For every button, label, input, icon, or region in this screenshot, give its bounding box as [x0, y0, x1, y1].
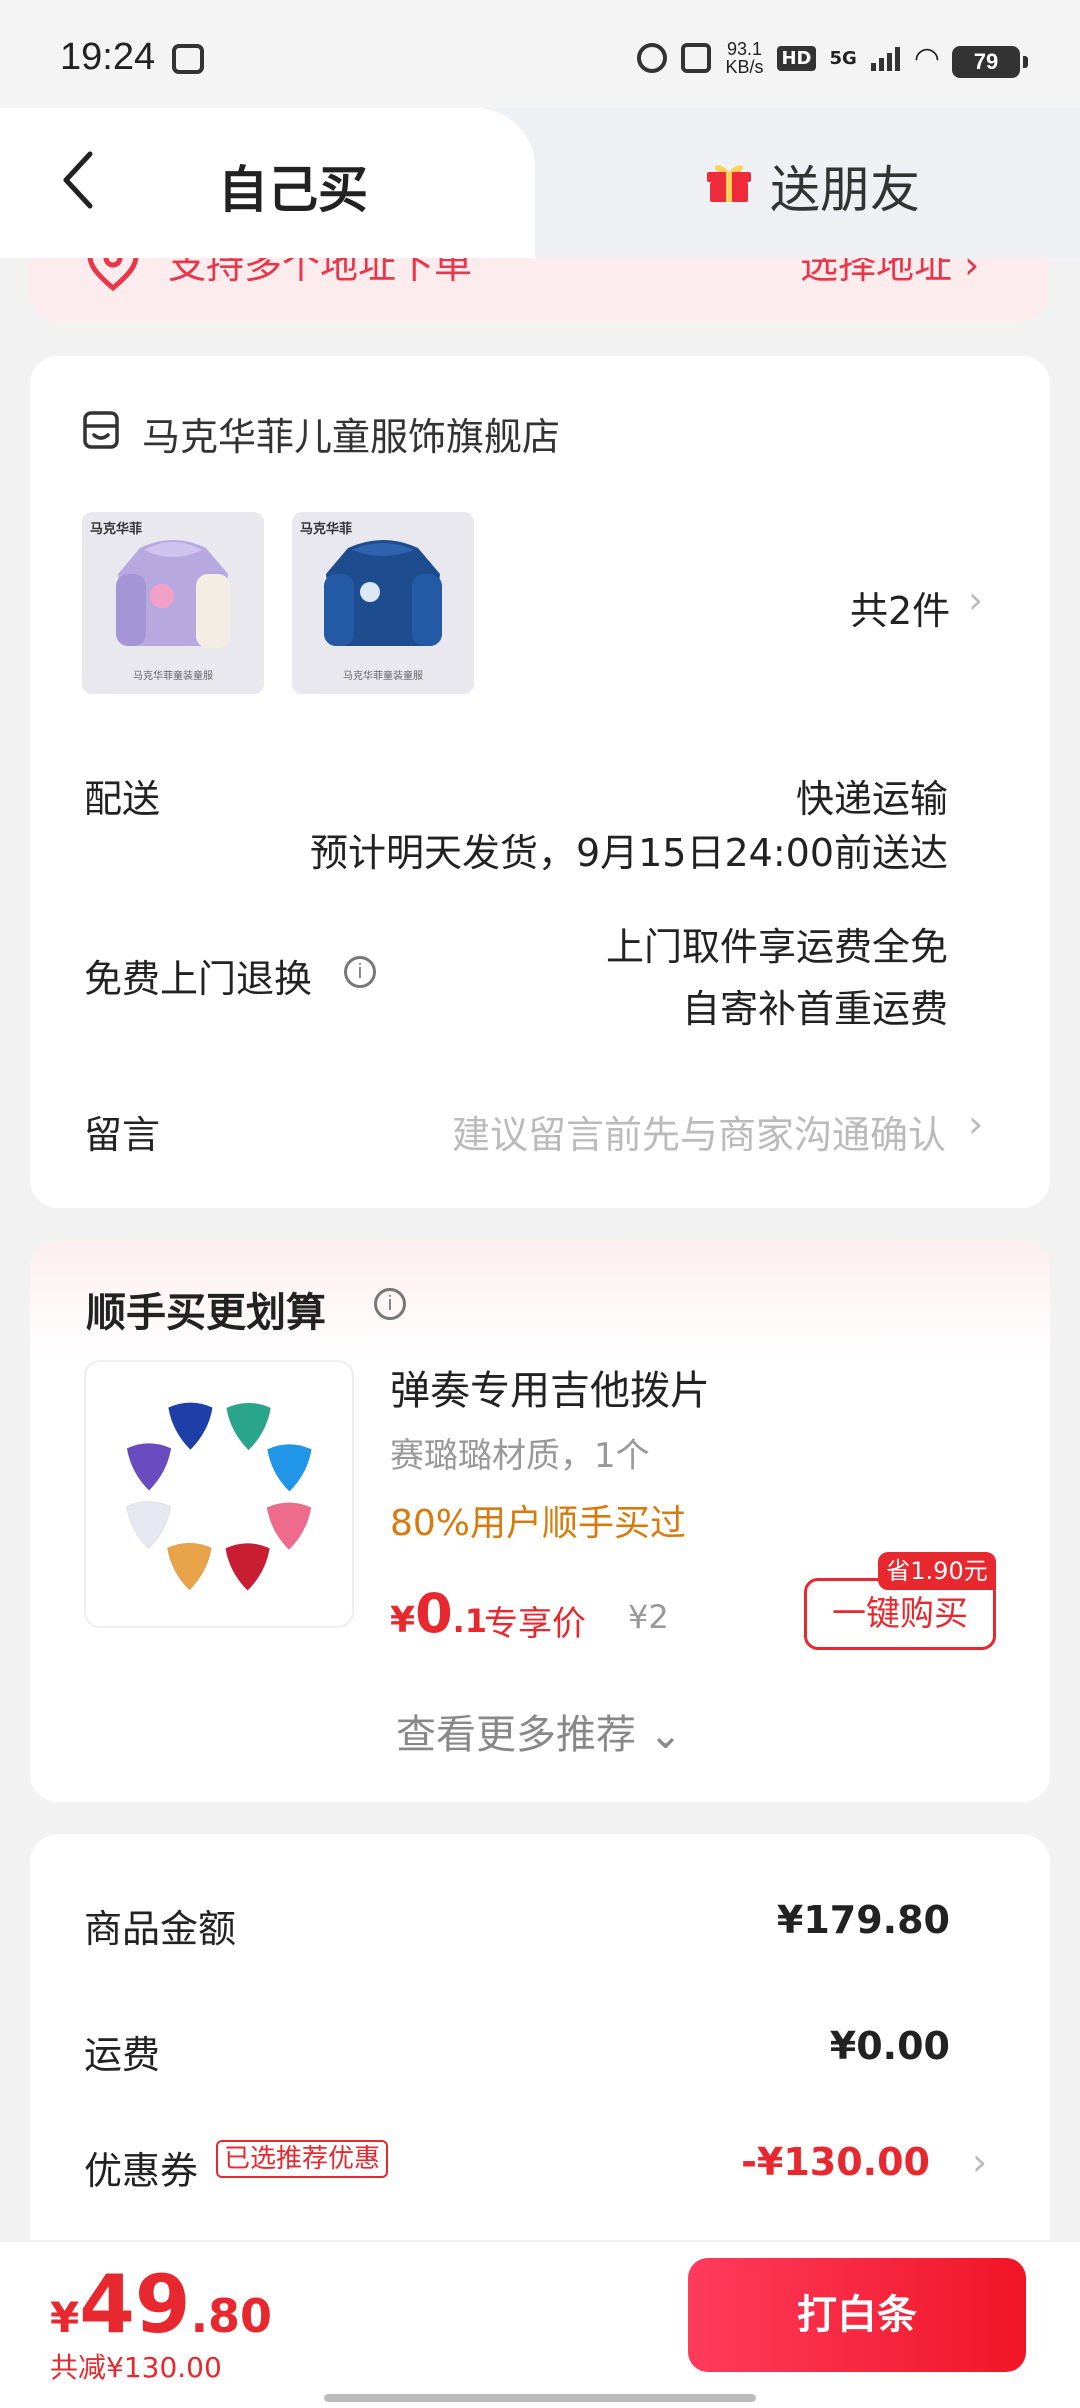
pay-button[interactable]: 打白条	[688, 2258, 1026, 2372]
hd-badge: HD	[777, 45, 816, 71]
total-saved: 共减¥130.00	[50, 2351, 222, 2384]
battery-icon: 79	[952, 46, 1028, 78]
product-caption: 马克华菲童装童服	[133, 671, 213, 682]
freight-label: 运费	[84, 2033, 161, 2077]
save-badge: 省1.90元	[878, 1552, 996, 1590]
guitar-pick	[166, 1542, 212, 1591]
store-name[interactable]: 马克华菲儿童服饰旗舰店	[142, 406, 560, 461]
tab-self-label[interactable]: 自己买	[218, 150, 368, 222]
total-price: ¥49.80	[50, 2258, 273, 2351]
info-icon[interactable]: i	[344, 956, 376, 988]
amount-value: ¥179.80	[776, 1898, 950, 1942]
chevron-right-icon[interactable]: ›	[968, 578, 983, 622]
chevron-left-icon[interactable]	[60, 150, 100, 210]
signal-icon	[870, 45, 900, 71]
mute-icon	[681, 43, 712, 73]
shipping-eta: 预计明天发货，9月15日24:00前送达	[309, 831, 948, 875]
guitar-pick	[167, 1402, 213, 1451]
chevron-right-icon[interactable]: ›	[968, 1102, 983, 1146]
guitar-picks-graphic	[126, 1402, 312, 1592]
guitar-pick	[266, 1502, 312, 1551]
wifi-icon: ◠	[913, 40, 940, 76]
info-icon[interactable]: i	[374, 1288, 406, 1320]
addon-price: ¥0.1	[390, 1582, 488, 1645]
returns-label: 免费上门退换	[84, 957, 313, 1001]
tab-friend[interactable]: 送朋友	[770, 150, 920, 222]
guitar-pick	[126, 1501, 172, 1550]
shipping-method: 快递运输	[795, 777, 948, 821]
returns-line2: 自寄补首重运费	[681, 987, 948, 1031]
guitar-pick	[225, 1542, 271, 1592]
home-indicator[interactable]	[324, 2394, 756, 2402]
exclusive-price-label: 专享价	[484, 1604, 586, 1644]
addon-product-name[interactable]: 弹奏专用吉他拨片	[390, 1358, 710, 1416]
shipping-label: 配送	[84, 777, 161, 821]
net-speed: 93.1 KB/s	[725, 39, 764, 77]
message-icon	[172, 44, 204, 74]
blue-coat-image	[324, 540, 442, 646]
product-image[interactable]: 马克华菲 马克华菲童装童服	[292, 512, 474, 694]
store-icon	[83, 411, 119, 449]
more-recommendations-button[interactable]: 查看更多推荐 ⌄	[396, 1702, 682, 1760]
product-caption: 马克华菲童装童服	[343, 671, 423, 682]
amount-label: 商品金额	[84, 1907, 237, 1951]
purple-coat-image	[116, 540, 230, 648]
coupon-value[interactable]: -¥130.00	[741, 2140, 930, 2184]
chevron-right-icon[interactable]: ›	[972, 2140, 987, 2184]
guitar-pick-image[interactable]	[84, 1360, 354, 1628]
network-type: 5G	[829, 47, 857, 69]
coupon-badge: 已选推荐优惠	[216, 2140, 389, 2178]
returns-line1: 上门取件享运费全免	[605, 925, 948, 969]
guitar-pick	[226, 1402, 272, 1451]
original-price: ¥2	[628, 1598, 669, 1636]
status-icons: 93.1 KB/s HD 5G ◠	[637, 40, 940, 76]
guitar-pick	[266, 1443, 312, 1493]
message-input[interactable]: 建议留言前先与商家沟通确认	[452, 1104, 946, 1159]
product-image[interactable]: 马克华菲 马克华菲童装童服	[82, 512, 264, 694]
item-count[interactable]: 共2件	[850, 580, 950, 635]
message-label: 留言	[84, 1113, 161, 1157]
freight-value: ¥0.00	[829, 2024, 950, 2068]
gift-icon	[707, 165, 751, 202]
coupon-label: 优惠券	[84, 2149, 199, 2193]
status-time: 19:24	[60, 36, 156, 78]
addon-title: 顺手买更划算	[86, 1290, 326, 1336]
guitar-pick	[126, 1442, 172, 1492]
addon-tag: 80%用户顺手买过	[390, 1503, 687, 1544]
addon-spec: 赛璐璐材质，1个	[390, 1436, 650, 1476]
alarm-icon	[637, 43, 668, 73]
